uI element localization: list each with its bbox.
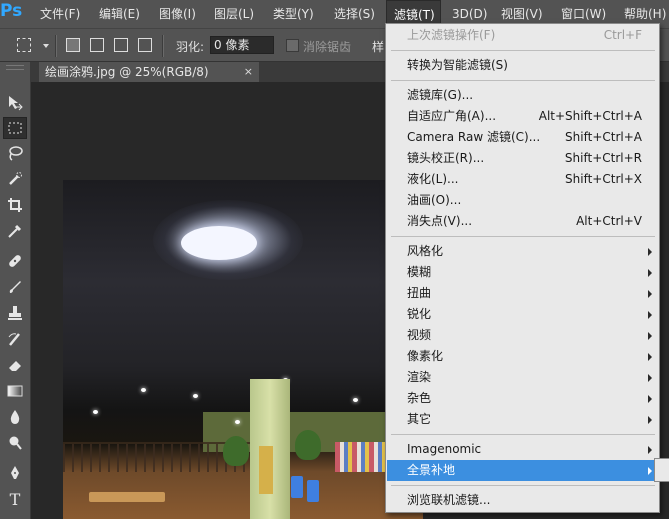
menu-item-liquify[interactable]: 液化(L)... Shift+Ctrl+X [387,169,658,190]
plant [295,430,321,460]
lasso-tool-icon[interactable] [3,142,27,164]
menu-image[interactable]: 图像(I) [159,0,196,28]
menu-item-panorama-fill[interactable]: 全景补地 [387,460,658,481]
close-icon[interactable]: × [244,62,253,82]
blur-tool-icon[interactable] [3,406,27,428]
gradient-tool-icon[interactable] [3,380,27,402]
style-label: 样 [372,40,385,54]
subtract-selection-icon[interactable] [114,38,128,52]
menu-item-noise[interactable]: 杂色 [387,388,658,409]
marquee-tool-icon[interactable] [3,117,27,139]
document-title: 绘画涂鸦.jpg @ 25%(RGB/8) [45,65,209,79]
panorama-fill-submenu[interactable] [654,458,669,482]
table [89,492,165,502]
menu-item-lens-correction[interactable]: 镜头校正(R)... Shift+Ctrl+R [387,148,658,169]
spotlight [353,398,358,402]
ceiling-light [181,226,257,260]
submenu-arrow-icon [648,446,652,454]
intersect-selection-icon[interactable] [138,38,152,52]
spotlight [141,388,146,392]
eyedropper-tool-icon[interactable] [3,220,27,242]
antialias-checkbox[interactable] [286,39,299,52]
menu-item-sharpen[interactable]: 锐化 [387,304,658,325]
antialias-label: 消除锯齿 [303,40,352,54]
spotlight [235,420,240,424]
menu-item-browse-online-filters[interactable]: 浏览联机滤镜... [387,490,658,511]
submenu-arrow-icon [648,332,652,340]
filter-menu: 上次滤镜操作(F) Ctrl+F 转换为智能滤镜(S) 滤镜库(G)... 自适应… [385,23,660,513]
submenu-arrow-icon [648,467,652,475]
brush-tool-icon[interactable] [3,276,27,298]
submenu-arrow-icon [648,269,652,277]
move-tool-icon[interactable] [3,92,27,114]
menu-item-pixelate[interactable]: 像素化 [387,346,658,367]
eraser-tool-icon[interactable] [3,354,27,376]
history-brush-tool-icon[interactable] [3,328,27,350]
panel-grip[interactable] [6,65,24,70]
submenu-arrow-icon [648,290,652,298]
healing-brush-tool-icon[interactable] [3,250,27,272]
menu-separator [391,236,655,237]
menu-item-imagenomic[interactable]: Imagenomic [387,439,658,460]
tools-panel: T [0,62,31,519]
giraffe-decoration [259,446,273,494]
submenu-arrow-icon [648,395,652,403]
new-selection-icon[interactable] [66,38,80,52]
menu-item-oil-paint[interactable]: 油画(O)... [387,190,658,211]
menu-separator [391,80,655,81]
clone-stamp-tool-icon[interactable] [3,302,27,324]
preset-dropdown-icon[interactable] [43,44,49,48]
type-tool-icon[interactable]: T [3,488,27,510]
menu-type[interactable]: 类型(Y) [273,0,314,28]
crop-tool-icon[interactable] [3,194,27,216]
menu-select[interactable]: 选择(S) [334,0,375,28]
submenu-arrow-icon [648,353,652,361]
spotlight [93,410,98,414]
menu-separator [391,434,655,435]
menu-item-camera-raw[interactable]: Camera Raw 滤镜(C)... Shift+Ctrl+A [387,127,658,148]
menu-file[interactable]: 文件(F) [40,0,80,28]
options-separator [55,35,57,57]
menu-item-blur[interactable]: 模糊 [387,262,658,283]
menu-item-convert-smart-filters[interactable]: 转换为智能滤镜(S) [387,55,658,76]
quick-selection-tool-icon[interactable] [3,168,27,190]
feather-input[interactable]: 0 像素 [210,36,274,54]
submenu-arrow-icon [648,416,652,424]
submenu-arrow-icon [648,248,652,256]
submenu-arrow-icon [648,374,652,382]
menu-edit[interactable]: 编辑(E) [99,0,140,28]
add-to-selection-icon[interactable] [90,38,104,52]
menu-item-vanishing-point[interactable]: 消失点(V)... Alt+Ctrl+V [387,211,658,232]
menu-item-video[interactable]: 视频 [387,325,658,346]
menu-item-filter-gallery[interactable]: 滤镜库(G)... [387,85,658,106]
photoshop-logo: Ps [0,1,23,21]
options-separator [162,35,164,57]
menu-layer[interactable]: 图层(L) [214,0,254,28]
menu-item-other[interactable]: 其它 [387,409,658,430]
spotlight [193,394,198,398]
menu-separator [391,485,655,486]
chair [291,476,303,498]
menu-item-render[interactable]: 渲染 [387,367,658,388]
feather-label: 羽化: [176,40,205,54]
chair [307,480,319,502]
document-tab[interactable]: 绘画涂鸦.jpg @ 25%(RGB/8) × [39,62,259,82]
marquee-preset-icon[interactable] [17,38,31,52]
plant [223,436,249,466]
menu-item-last-filter: 上次滤镜操作(F) Ctrl+F [407,28,642,42]
pen-tool-icon[interactable] [3,462,27,484]
menu-item-distort[interactable]: 扭曲 [387,283,658,304]
menu-separator [391,50,655,51]
menu-item-adaptive-wide-angle[interactable]: 自适应广角(A)... Alt+Shift+Ctrl+A [387,106,658,127]
menu-item-stylize[interactable]: 风格化 [387,241,658,262]
dodge-tool-icon[interactable] [3,432,27,454]
document-image[interactable] [63,180,423,519]
submenu-arrow-icon [648,311,652,319]
